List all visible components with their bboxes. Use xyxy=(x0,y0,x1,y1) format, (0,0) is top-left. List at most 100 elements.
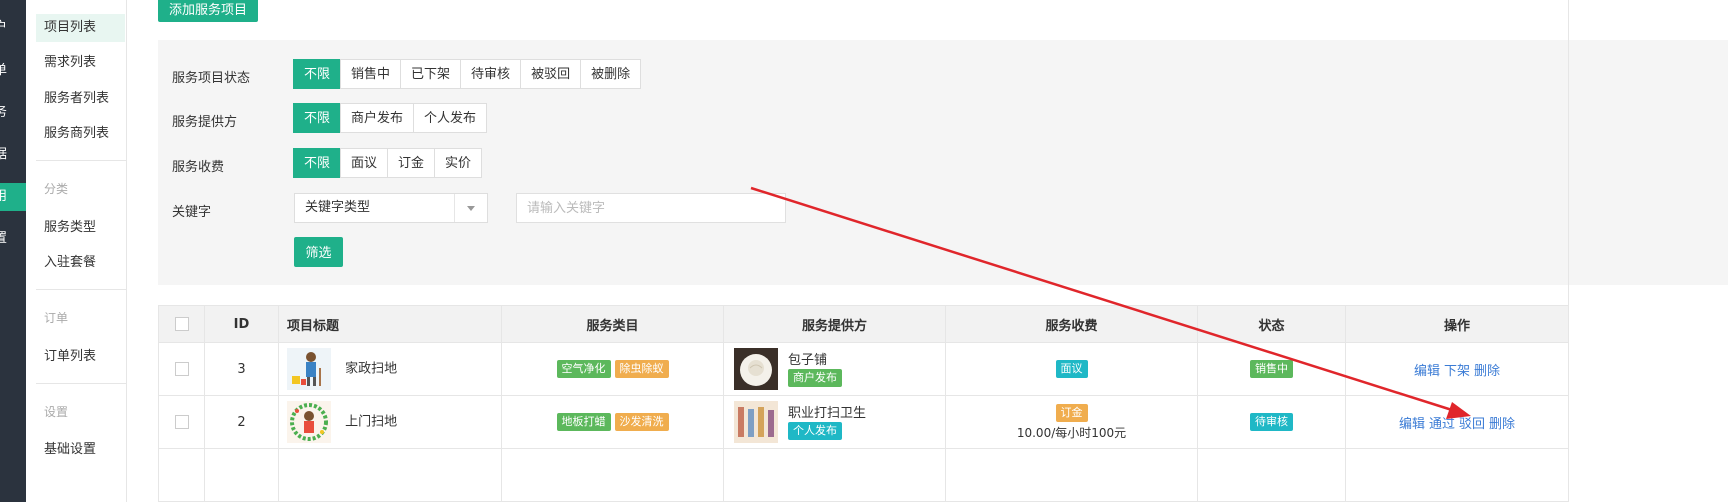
filter-provider-group: 不限 商户发布 个人发布 xyxy=(293,103,488,133)
table-row: 2 上门扫地 地板打蜡 沙发清洗 职业打扫卫生 个人发布 订金 10.00/每小… xyxy=(158,395,1569,449)
filter-keyword-label: 关键字 xyxy=(172,205,212,220)
row-select-cell xyxy=(158,342,205,396)
provider-name: 包子铺 xyxy=(788,352,828,368)
subnav-item-join-package[interactable]: 入驻套餐 xyxy=(36,249,125,277)
header-provider: 服务提供方 xyxy=(723,305,946,343)
filter-status-label: 服务项目状态 xyxy=(172,71,251,86)
subnav-group-order: 订单 xyxy=(44,311,69,325)
category-badge: 除虫除蚁 xyxy=(614,360,669,378)
filter-fee-option[interactable]: 不限 xyxy=(293,148,342,178)
header-actions: 操作 xyxy=(1345,305,1569,343)
provider-avatar xyxy=(734,348,778,390)
add-service-button[interactable]: 添加服务项目 xyxy=(158,0,258,22)
left-nav-rail: 户 单 务 据 用 置 xyxy=(0,0,26,502)
row-category-cell: 空气净化 除虫除蚁 xyxy=(501,342,724,396)
header-status: 状态 xyxy=(1197,305,1346,343)
header-fee: 服务收费 xyxy=(945,305,1198,343)
rail-item-apps[interactable]: 用 xyxy=(0,183,26,211)
table-row xyxy=(158,448,1569,502)
filter-fee-label: 服务收费 xyxy=(172,160,225,175)
row-actions-cell: 编辑 下架 删除 xyxy=(1345,342,1569,396)
filter-provider-option[interactable]: 个人发布 xyxy=(413,103,488,133)
sub-sidebar: 项目列表 需求列表 服务者列表 服务商列表 分类 服务类型 入驻套餐 订单 订单… xyxy=(26,0,143,502)
filter-status-option[interactable]: 待审核 xyxy=(460,59,522,89)
service-thumbnail xyxy=(287,348,331,390)
subnav-item-project-list[interactable]: 项目列表 xyxy=(36,14,125,42)
row-title[interactable]: 家政扫地 xyxy=(345,362,397,377)
row-category-cell: 地板打蜡 沙发清洗 xyxy=(501,395,724,449)
row-provider-cell: 包子铺 商户发布 xyxy=(723,342,946,396)
row-fee-cell: 面议 xyxy=(945,342,1198,396)
row-title-cell: 上门扫地 xyxy=(278,395,502,449)
row-id: 2 xyxy=(204,395,279,449)
row-checkbox[interactable] xyxy=(174,415,189,429)
filter-status-option[interactable]: 被驳回 xyxy=(520,59,582,89)
subnav-item-order-list[interactable]: 订单列表 xyxy=(36,343,125,371)
subnav-group-settings: 设置 xyxy=(44,405,69,419)
header-category: 服务类目 xyxy=(501,305,724,343)
header-id: ID xyxy=(204,305,279,343)
filter-status-option[interactable]: 被删除 xyxy=(580,59,642,89)
keyword-type-select[interactable]: 关键字类型 xyxy=(294,193,488,223)
category-badge: 地板打蜡 xyxy=(556,413,611,431)
filter-fee-option[interactable]: 面议 xyxy=(340,148,389,178)
row-id: 3 xyxy=(204,342,279,396)
subnav-group-category: 分类 xyxy=(44,182,69,196)
rail-item-orders[interactable]: 单 xyxy=(0,57,26,85)
filter-fee-option[interactable]: 实价 xyxy=(434,148,483,178)
chevron-down-icon xyxy=(454,194,487,222)
filter-fee-option[interactable]: 订金 xyxy=(387,148,436,178)
edit-link[interactable]: 编辑 xyxy=(1414,364,1440,379)
service-table: ID 项目标题 服务类目 服务提供方 服务收费 状态 操作 3 家政扫地 空气净… xyxy=(158,305,1569,502)
provider-avatar xyxy=(734,401,778,443)
edit-link[interactable]: 编辑 xyxy=(1399,417,1425,432)
provider-type-badge: 个人发布 xyxy=(788,421,842,440)
keyword-input[interactable] xyxy=(516,193,786,223)
row-status-cell: 待审核 xyxy=(1197,395,1346,449)
category-badge: 沙发清洗 xyxy=(614,413,669,431)
row-fee-cell: 订金 10.00/每小时100元 xyxy=(945,395,1198,449)
rail-item-users[interactable]: 户 xyxy=(0,14,26,42)
unlist-link[interactable]: 下架 xyxy=(1444,364,1470,379)
filter-submit-button[interactable]: 筛选 xyxy=(294,237,343,267)
reject-link[interactable]: 驳回 xyxy=(1459,417,1485,432)
table-header-row: ID 项目标题 服务类目 服务提供方 服务收费 状态 操作 xyxy=(158,305,1569,343)
rail-item-data[interactable]: 据 xyxy=(0,141,26,169)
subnav-item-basic-settings[interactable]: 基础设置 xyxy=(36,436,125,464)
row-select-cell xyxy=(158,395,205,449)
row-status-cell: 销售中 xyxy=(1197,342,1346,396)
filter-provider-label: 服务提供方 xyxy=(172,115,238,130)
row-checkbox[interactable] xyxy=(174,362,189,376)
row-actions-cell: 编辑 通过 驳回 删除 xyxy=(1345,395,1569,449)
subnav-item-demand-list[interactable]: 需求列表 xyxy=(36,49,125,77)
filter-status-option[interactable]: 销售中 xyxy=(340,59,402,89)
provider-name: 职业打扫卫生 xyxy=(788,405,867,421)
fee-badge: 订金 xyxy=(1055,403,1088,422)
subnav-item-merchant-list[interactable]: 服务商列表 xyxy=(36,120,125,148)
row-provider-cell: 职业打扫卫生 个人发布 xyxy=(723,395,946,449)
subnav-item-service-type[interactable]: 服务类型 xyxy=(36,214,125,242)
table-row: 3 家政扫地 空气净化 除虫除蚁 包子铺 商户发布 面议 销售中 编辑 下架 删… xyxy=(158,342,1569,396)
row-title[interactable]: 上门扫地 xyxy=(345,415,397,430)
select-all-cell xyxy=(158,305,205,343)
rail-item-settings[interactable]: 置 xyxy=(0,225,26,253)
rail-item-services[interactable]: 务 xyxy=(0,99,26,127)
subnav-item-worker-list[interactable]: 服务者列表 xyxy=(36,85,125,113)
keyword-type-value: 关键字类型 xyxy=(305,200,371,215)
filter-status-group: 不限 销售中 已下架 待审核 被驳回 被删除 xyxy=(293,59,642,89)
provider-type-badge: 商户发布 xyxy=(788,368,842,387)
filter-provider-option[interactable]: 不限 xyxy=(293,103,342,133)
fee-detail: 10.00/每小时100元 xyxy=(1016,425,1127,440)
service-thumbnail xyxy=(287,401,331,443)
page-divider xyxy=(1568,0,1569,502)
filter-provider-option[interactable]: 商户发布 xyxy=(340,103,415,133)
row-title-cell: 家政扫地 xyxy=(278,342,502,396)
delete-link[interactable]: 删除 xyxy=(1489,417,1515,432)
status-badge: 销售中 xyxy=(1250,360,1293,378)
filter-fee-group: 不限 面议 订金 实价 xyxy=(293,148,483,178)
delete-link[interactable]: 删除 xyxy=(1474,364,1500,379)
select-all-checkbox[interactable] xyxy=(174,317,189,331)
filter-status-option[interactable]: 不限 xyxy=(293,59,342,89)
filter-status-option[interactable]: 已下架 xyxy=(400,59,462,89)
approve-link[interactable]: 通过 xyxy=(1429,417,1455,432)
